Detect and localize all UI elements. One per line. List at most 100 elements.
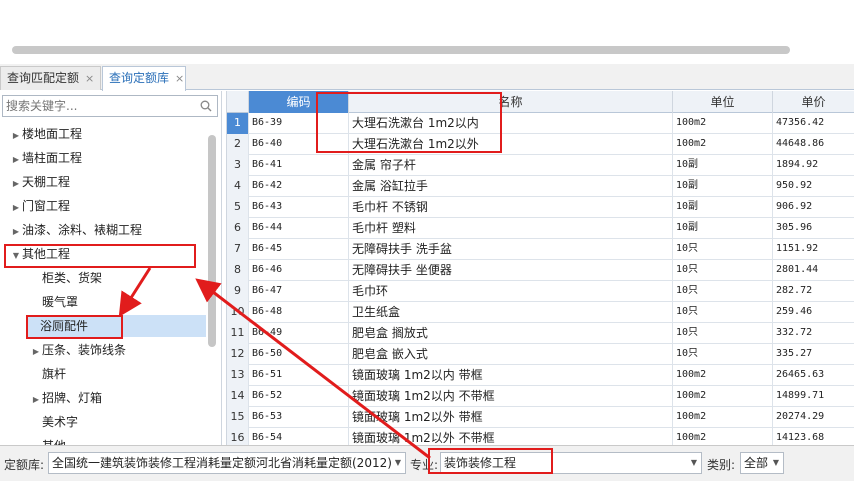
close-icon[interactable]: × [175,72,184,85]
tree-item-art-lettering[interactable]: 美术字 [30,411,78,433]
row-number[interactable]: 14 [227,386,249,407]
header-name[interactable]: 名称 [349,91,673,113]
cell-unit[interactable]: 10只 [673,239,773,260]
table-row[interactable]: 3 B6-41 金属 帘子杆 10副 1894.92 [227,155,854,176]
cell-unit[interactable]: 10只 [673,281,773,302]
cell-code[interactable]: B6-53 [249,407,349,428]
row-number[interactable]: 7 [227,239,249,260]
cell-name[interactable]: 金属 帘子杆 [349,155,673,176]
search-icon[interactable] [200,100,212,112]
cell-unit[interactable]: 10副 [673,176,773,197]
row-number[interactable]: 9 [227,281,249,302]
table-row[interactable]: 8 B6-46 无障碍扶手 坐便器 10只 2801.44 [227,260,854,281]
cell-price[interactable]: 14123.68 [773,428,854,445]
cell-code[interactable]: B6-52 [249,386,349,407]
tree-item-other-works[interactable]: ▼ 其他工程 [10,243,70,265]
tab-query-quota-library[interactable]: 查询定额库 × [102,66,186,91]
table-row[interactable]: 7 B6-45 无障碍扶手 洗手盆 10只 1151.92 [227,239,854,260]
tree-item-ceiling[interactable]: ▶ 天棚工程 [10,171,70,193]
search-input[interactable] [6,98,192,114]
cell-name[interactable]: 毛巾环 [349,281,673,302]
tree-item-wall-column[interactable]: ▶ 墙柱面工程 [10,147,82,169]
chevron-down-icon[interactable]: ▼ [10,245,22,267]
tree-item-painting[interactable]: ▶ 油漆、涂料、裱糊工程 [10,219,142,241]
table-row[interactable]: 16 B6-54 镜面玻璃 1m2以外 不带框 100m2 14123.68 [227,428,854,445]
major-select[interactable]: 装饰装修工程 ▼ [440,452,702,474]
cell-price[interactable]: 14899.71 [773,386,854,407]
cell-price[interactable]: 20274.29 [773,407,854,428]
tree-item-floor[interactable]: ▶ 楼地面工程 [10,123,82,145]
cell-price[interactable]: 950.92 [773,176,854,197]
cell-unit[interactable]: 100m2 [673,134,773,155]
tree-item-moldings[interactable]: ▶ 压条、装饰线条 [30,339,126,361]
table-row[interactable]: 2 B6-40 大理石洗漱台 1m2以外 100m2 44648.86 [227,134,854,155]
cell-code[interactable]: B6-41 [249,155,349,176]
cell-name[interactable]: 卫生纸盒 [349,302,673,323]
cell-price[interactable]: 335.27 [773,344,854,365]
table-row[interactable]: 4 B6-42 金属 浴缸拉手 10副 950.92 [227,176,854,197]
chevron-right-icon[interactable]: ▶ [10,149,22,171]
chevron-right-icon[interactable]: ▶ [10,221,22,243]
cell-code[interactable]: B6-40 [249,134,349,155]
cell-name[interactable]: 镜面玻璃 1m2以外 不带框 [349,428,673,445]
cell-price[interactable]: 906.92 [773,197,854,218]
cell-name[interactable]: 镜面玻璃 1m2以内 不带框 [349,386,673,407]
cell-price[interactable]: 2801.44 [773,260,854,281]
tree-item-bathroom-fittings[interactable]: 浴厕配件 [28,315,206,337]
row-number[interactable]: 3 [227,155,249,176]
table-row[interactable]: 12 B6-50 肥皂盒 嵌入式 10只 335.27 [227,344,854,365]
cell-price[interactable]: 47356.42 [773,113,854,134]
cell-name[interactable]: 镜面玻璃 1m2以内 带框 [349,365,673,386]
cell-price[interactable]: 44648.86 [773,134,854,155]
cell-price[interactable]: 305.96 [773,218,854,239]
tree-vertical-scrollbar[interactable] [208,135,216,347]
table-row[interactable]: 6 B6-44 毛巾杆 塑料 10副 305.96 [227,218,854,239]
cell-unit[interactable]: 10副 [673,218,773,239]
tree-item-radiator-cover[interactable]: 暖气罩 [30,291,78,313]
cell-code[interactable]: B6-45 [249,239,349,260]
tree-item-doors-windows[interactable]: ▶ 门窗工程 [10,195,70,217]
cell-unit[interactable]: 10副 [673,197,773,218]
cell-unit[interactable]: 100m2 [673,428,773,445]
cell-price[interactable]: 332.72 [773,323,854,344]
row-number[interactable]: 4 [227,176,249,197]
table-row[interactable]: 9 B6-47 毛巾环 10只 282.72 [227,281,854,302]
cell-code[interactable]: B6-42 [249,176,349,197]
cell-name[interactable]: 肥皂盒 嵌入式 [349,344,673,365]
cell-code[interactable]: B6-51 [249,365,349,386]
cell-name[interactable]: 无障碍扶手 坐便器 [349,260,673,281]
cell-unit[interactable]: 10只 [673,302,773,323]
row-number[interactable]: 16 [227,428,249,445]
cell-unit[interactable]: 100m2 [673,407,773,428]
cell-code[interactable]: B6-47 [249,281,349,302]
table-row[interactable]: 1 B6-39 大理石洗漱台 1m2以内 100m2 47356.42 [227,113,854,134]
tree-item-cabinets[interactable]: 柜类、货架 [30,267,102,289]
chevron-right-icon[interactable]: ▶ [10,125,22,147]
cell-code[interactable]: B6-48 [249,302,349,323]
tree-item-misc[interactable]: 其他 [30,435,66,445]
cell-unit[interactable]: 10只 [673,344,773,365]
cell-code[interactable]: B6-54 [249,428,349,445]
row-number[interactable]: 2 [227,134,249,155]
cell-name[interactable]: 毛巾杆 不锈钢 [349,197,673,218]
row-number[interactable]: 15 [227,407,249,428]
chevron-right-icon[interactable]: ▶ [30,341,42,363]
chevron-right-icon[interactable]: ▶ [10,173,22,195]
cell-code[interactable]: B6-39 [249,113,349,134]
cell-name[interactable]: 无障碍扶手 洗手盆 [349,239,673,260]
close-icon[interactable]: × [85,72,94,85]
cell-unit[interactable]: 100m2 [673,386,773,407]
header-unit[interactable]: 单位 [673,91,773,113]
tab-query-matched-quota[interactable]: 查询匹配定额 × [0,66,101,90]
cell-price[interactable]: 1151.92 [773,239,854,260]
row-number[interactable]: 12 [227,344,249,365]
tree-item-signboard[interactable]: ▶ 招牌、灯箱 [30,387,102,409]
tree-item-flagpole[interactable]: 旗杆 [30,363,66,385]
table-row[interactable]: 14 B6-52 镜面玻璃 1m2以内 不带框 100m2 14899.71 [227,386,854,407]
row-number[interactable]: 13 [227,365,249,386]
cell-name[interactable]: 金属 浴缸拉手 [349,176,673,197]
cell-code[interactable]: B6-49 [249,323,349,344]
cell-price[interactable]: 282.72 [773,281,854,302]
cell-name[interactable]: 大理石洗漱台 1m2以外 [349,134,673,155]
table-row[interactable]: 10 B6-48 卫生纸盒 10只 259.46 [227,302,854,323]
